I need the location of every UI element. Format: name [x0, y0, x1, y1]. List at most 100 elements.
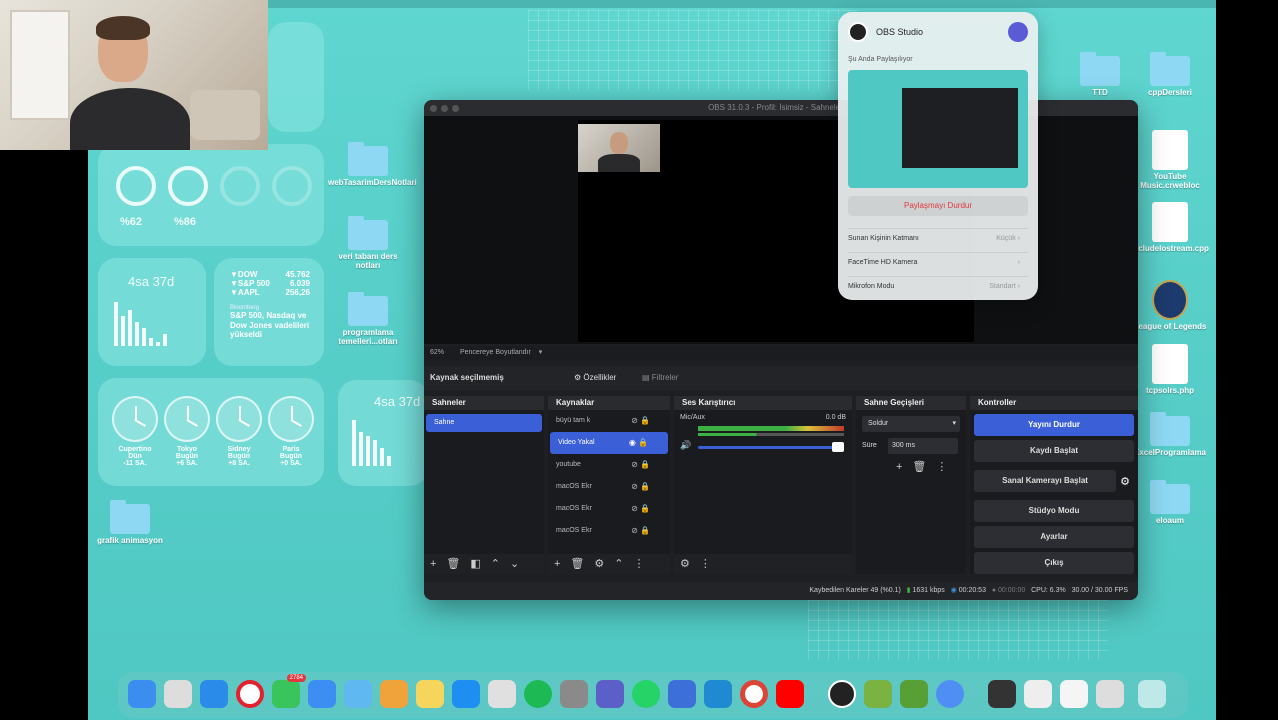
- visibility-lock-icons[interactable]: ⊘ 🔒: [631, 410, 650, 432]
- mic-mode-row[interactable]: Mikrofon Modu Standart ›: [848, 276, 1028, 296]
- source-item[interactable]: macOS Ekr ⊘ 🔒: [548, 476, 670, 498]
- screen-time-widget[interactable]: 4sa 37d: [98, 258, 206, 366]
- opera-icon[interactable]: [236, 680, 264, 708]
- desktop-folder[interactable]: webTasarimDersNotlari: [328, 142, 417, 188]
- system-settings-icon[interactable]: [560, 680, 588, 708]
- stock-value: 45.762: [285, 270, 310, 279]
- minimize-button[interactable]: [441, 105, 448, 112]
- launchpad-icon[interactable]: [164, 680, 192, 708]
- desktop-folder[interactable]: eloaum: [1130, 480, 1210, 526]
- desktop-file[interactable]: YouTube Music.crwebloc: [1130, 130, 1210, 191]
- source-item[interactable]: büyü tam k ⊘ 🔒: [548, 410, 670, 432]
- vscode-icon[interactable]: [704, 680, 732, 708]
- maps-icon[interactable]: [344, 680, 372, 708]
- screen-sharing-popover[interactable]: OBS Studio Şu Anda Paylaşılıyor Paylaşma…: [838, 12, 1038, 300]
- screen-time-widget[interactable]: 4sa 37d: [338, 380, 428, 486]
- transition-toolbar[interactable]: +🗑⋮: [896, 460, 966, 473]
- zoom-button[interactable]: [452, 105, 459, 112]
- app-icon[interactable]: [488, 680, 516, 708]
- recent-window-icon[interactable]: [1024, 680, 1052, 708]
- recent-window-icon[interactable]: [1096, 680, 1124, 708]
- cpu-usage: CPU: 6.3%: [1031, 587, 1066, 594]
- battery-widget[interactable]: %62 %86: [98, 144, 324, 246]
- desktop-folder[interactable]: grafik animasyon: [90, 500, 170, 546]
- mixer-toolbar[interactable]: ⚙⋮: [674, 554, 852, 574]
- app-icon[interactable]: [900, 680, 928, 708]
- visibility-lock-icons[interactable]: ⊘ 🔒: [631, 520, 650, 542]
- studio-mode-button[interactable]: Stüdyo Modu: [974, 500, 1134, 522]
- source-item[interactable]: Video Yakal ◉ 🔒: [550, 432, 668, 454]
- xcode-icon[interactable]: [668, 680, 696, 708]
- duration-label: Süre: [862, 442, 877, 449]
- sources-toolbar[interactable]: +🗑⚙⌃⋮: [548, 554, 670, 574]
- duration-input[interactable]: 300 ms: [888, 438, 958, 454]
- youtube-icon[interactable]: [776, 680, 804, 708]
- scene-item[interactable]: Sahne: [426, 414, 542, 432]
- stop-sharing-button[interactable]: Paylaşmayı Durdur: [848, 196, 1028, 216]
- spotify-icon[interactable]: [524, 680, 552, 708]
- preview-scale-select[interactable]: Pencereye Boyutlandır: [460, 349, 531, 356]
- properties-button[interactable]: ⚙ Özellikler: [574, 366, 616, 390]
- visibility-lock-icons[interactable]: ◉ 🔒: [629, 432, 648, 454]
- transition-select[interactable]: Soldur ▾: [862, 416, 960, 432]
- app-store-icon[interactable]: [452, 680, 480, 708]
- stocks-widget[interactable]: ▼DOW 45.762 ▼S&P 500 6.039 ▼AAPL 256,26 …: [214, 258, 324, 366]
- folder-label: programlama temelleri...otları: [338, 328, 398, 346]
- usage-bars: [352, 416, 394, 466]
- world-clock-widget[interactable]: Cupertino Dün -11 SA. Tokyo Bugün +6 SA. Sid…: [98, 378, 324, 486]
- recent-window-icon[interactable]: [988, 680, 1016, 708]
- whatsapp-icon[interactable]: [632, 680, 660, 708]
- visibility-lock-icons[interactable]: ⊘ 🔒: [631, 476, 650, 498]
- filters-button[interactable]: ▤ Filtreler: [642, 366, 678, 390]
- mail-icon[interactable]: [308, 680, 336, 708]
- desktop-file[interactable]: tcpsolrs.php: [1130, 344, 1210, 396]
- finder-icon[interactable]: [128, 680, 156, 708]
- desktop-folder[interactable]: programlama temelleri...otları: [328, 292, 408, 347]
- presenter-overlay-row[interactable]: Sunan Kişinin Katmanı Küçük ›: [848, 228, 1028, 248]
- exit-button[interactable]: Çıkış: [974, 552, 1134, 574]
- obs-icon[interactable]: [828, 680, 856, 708]
- properties-label: Özellikler: [583, 373, 617, 382]
- visibility-lock-icons[interactable]: ⊘ 🔒: [631, 454, 650, 476]
- app-icon[interactable]: [864, 680, 892, 708]
- source-item[interactable]: macOS Ekr ⊘ 🔒: [548, 520, 670, 542]
- close-button[interactable]: [430, 105, 437, 112]
- dropped-frames: Kaybedilen Kareler 49 (%0.1): [809, 587, 901, 594]
- teams-icon[interactable]: [596, 680, 624, 708]
- visibility-lock-icons[interactable]: ⊘ 🔒: [631, 498, 650, 520]
- preview-zoom-bar[interactable]: 62% Pencereye Boyutlandır ▾: [424, 346, 1138, 360]
- camera-row[interactable]: FaceTime HD Kamera ›: [848, 252, 1028, 272]
- league-icon: [1152, 280, 1188, 320]
- source-item[interactable]: macOS Ekr ⊘ 🔒: [548, 498, 670, 520]
- photos-icon[interactable]: [380, 680, 408, 708]
- start-virtual-camera-button[interactable]: Sanal Kamerayı Başlat: [974, 470, 1117, 492]
- stop-streaming-button[interactable]: Yayını Durdur: [974, 414, 1134, 436]
- empty-battery-ring: [220, 166, 260, 206]
- desktop-folder[interactable]: ExcelProgramlama: [1130, 412, 1210, 458]
- source-item[interactable]: youtube ⊘ 🔒: [548, 454, 670, 476]
- camera-source[interactable]: [578, 124, 660, 172]
- notes-icon[interactable]: [416, 680, 444, 708]
- weather-widget[interactable]: [268, 22, 324, 132]
- speaker-icon[interactable]: 🔊: [680, 440, 691, 451]
- trash-icon[interactable]: [1138, 680, 1166, 708]
- desktop-app[interactable]: League of Legends: [1130, 280, 1210, 332]
- desktop-folder[interactable]: TTD: [1060, 52, 1140, 98]
- safari-icon[interactable]: [200, 680, 228, 708]
- app-icon[interactable]: [936, 680, 964, 708]
- chevron-down-icon[interactable]: ▾: [539, 349, 543, 356]
- messages-icon[interactable]: 2784: [272, 674, 306, 708]
- gear-icon[interactable]: ⚙: [1120, 475, 1130, 488]
- settings-button[interactable]: Ayarlar: [974, 526, 1134, 548]
- file-label: YouTube Music.crwebloc: [1140, 172, 1200, 190]
- desktop-folder[interactable]: veri tabanı ders notları: [328, 216, 408, 271]
- recent-window-icon[interactable]: [1060, 680, 1088, 708]
- scenes-toolbar[interactable]: +🗑◧⌃⌄: [424, 554, 544, 574]
- volume-slider[interactable]: [698, 446, 838, 449]
- start-recording-button[interactable]: Kaydı Başlat: [974, 440, 1134, 462]
- chrome-icon[interactable]: [740, 680, 768, 708]
- desktop-file[interactable]: includeIostream.cpp: [1130, 202, 1210, 254]
- desktop-folder[interactable]: cppDersleri: [1130, 52, 1210, 98]
- screen-share-icon[interactable]: [1008, 22, 1028, 42]
- volume-slider-handle[interactable]: [832, 442, 844, 452]
